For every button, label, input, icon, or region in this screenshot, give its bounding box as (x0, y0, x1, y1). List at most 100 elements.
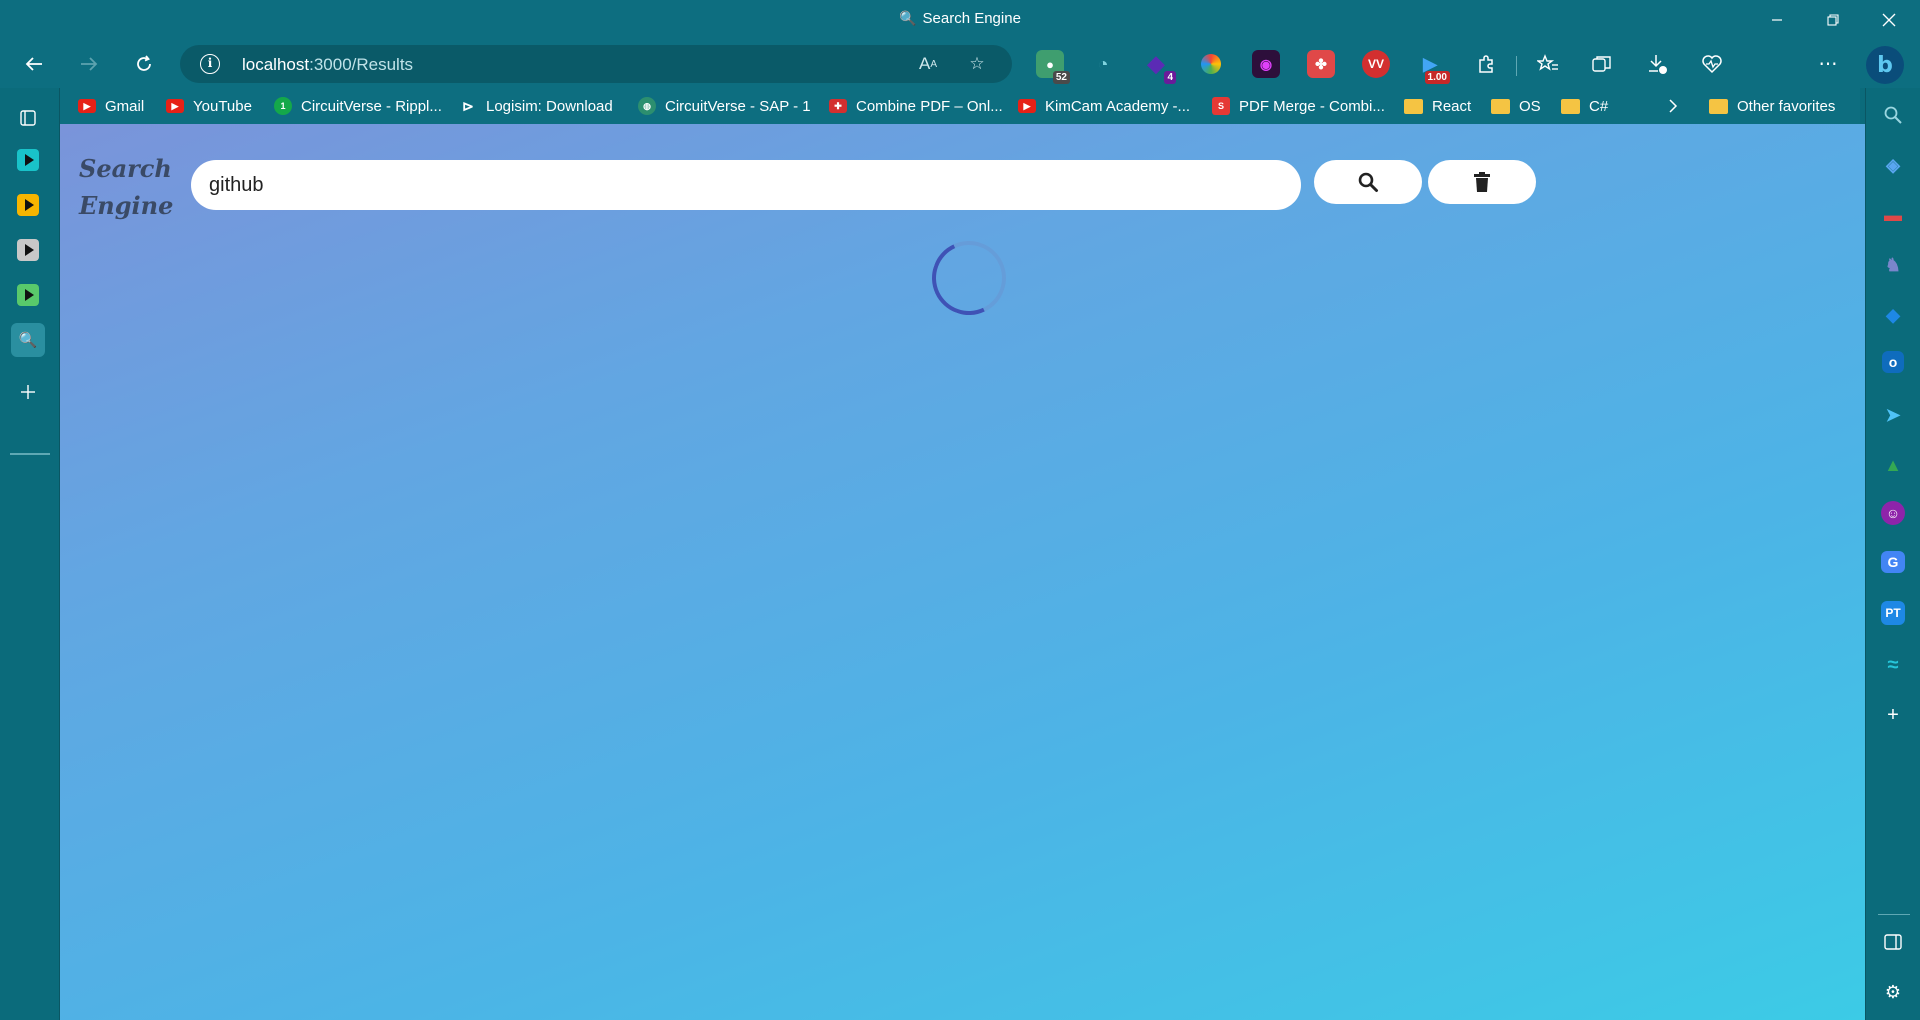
collections-icon[interactable] (1588, 50, 1616, 78)
window-title-text: Search Engine (922, 10, 1021, 27)
plus-icon (21, 385, 35, 399)
minimize-button[interactable] (1754, 0, 1800, 40)
favorite-star-icon[interactable]: ☆ (966, 53, 988, 75)
favorite-combine-pdf[interactable]: ✚ Combine PDF – Onl... (829, 95, 1003, 117)
add-sidebar-app-icon[interactable]: + (1879, 701, 1907, 729)
sidebar-settings-gear-icon[interactable]: ⚙ (1879, 978, 1907, 1006)
globe-icon: ◍ (638, 97, 656, 115)
favorite-label: React (1432, 97, 1472, 115)
extension-colorful-icon[interactable] (1197, 50, 1225, 78)
search-input[interactable] (191, 160, 1301, 210)
title-bar: 🔍 Search Engine (0, 0, 1920, 40)
close-icon (1882, 13, 1896, 27)
play-icon (17, 239, 39, 261)
read-aloud-icon[interactable]: AA (917, 53, 939, 75)
flow-app-icon[interactable]: ≈ (1879, 651, 1907, 679)
favorite-gmail[interactable]: ▶ Gmail (78, 95, 144, 117)
favorite-label: Logisim: Download (486, 97, 613, 115)
sidebar-search-icon[interactable] (1879, 101, 1907, 129)
microsoft-365-icon[interactable]: ◆ (1879, 301, 1907, 329)
bing-copilot-icon[interactable]: b (1866, 46, 1904, 84)
favorite-label: C# (1589, 97, 1609, 115)
extensions-puzzle-icon[interactable] (1472, 50, 1500, 78)
address-bar[interactable]: i localhost:3000/Results AA ☆ (180, 45, 1012, 83)
url-path: :3000/Results (309, 55, 414, 74)
hide-sidebar-icon[interactable] (1879, 928, 1907, 956)
forward-arrow-icon (81, 57, 98, 71)
favorite-circuitverse-ripple[interactable]: 1 CircuitVerse - Rippl... (274, 95, 442, 117)
page-content: Search Engine (60, 124, 1865, 1020)
favorite-pdf-merge[interactable]: S PDF Merge - Combi... (1212, 95, 1385, 117)
favorite-label: Gmail (105, 97, 145, 115)
extension-camera-icon[interactable]: ◉ (1252, 50, 1280, 78)
circuitverse-icon: 1 (274, 97, 292, 115)
close-button[interactable] (1866, 0, 1912, 40)
tools-briefcase-icon[interactable]: ▬ (1879, 201, 1907, 229)
restore-button[interactable] (1810, 0, 1856, 40)
favorite-kimcam[interactable]: ▶ KimCam Academy -... (1018, 95, 1190, 117)
back-arrow-icon (25, 57, 42, 71)
extension-vw-icon[interactable]: VV (1362, 50, 1390, 78)
browser-essentials-icon[interactable] (1698, 50, 1726, 78)
extension-speed-icon[interactable]: ▶ 1.00 (1416, 50, 1450, 84)
extension-badge: 52 (1052, 71, 1070, 84)
tab-search-engine[interactable]: 🔍 (11, 323, 45, 357)
favorite-folder-react[interactable]: React (1404, 95, 1471, 117)
sidebar-separator (1878, 914, 1910, 915)
loading-spinner (921, 230, 1017, 326)
search-button[interactable] (1314, 160, 1422, 204)
extension-52-icon[interactable]: ● 52 (1036, 50, 1070, 84)
url-host: localhost (242, 55, 310, 74)
drop-send-icon[interactable]: ➤ (1879, 401, 1907, 429)
favorite-label: PDF Merge - Combi... (1239, 97, 1385, 115)
favorite-folder-os[interactable]: OS (1491, 95, 1541, 117)
brand-line-1: Search (79, 154, 172, 183)
back-button[interactable] (16, 46, 52, 82)
games-chess-icon[interactable]: ♞ (1879, 251, 1907, 279)
favorite-logisim[interactable]: ⊳ Logisim: Download (459, 95, 613, 117)
new-tab-button[interactable] (11, 375, 45, 409)
downloads-icon[interactable] (1643, 50, 1671, 78)
tab-video-yellow[interactable] (11, 188, 45, 222)
refresh-icon (137, 55, 151, 71)
extension-paw-icon[interactable]: ✤ (1307, 50, 1335, 78)
tab-video-gray[interactable] (11, 233, 45, 267)
favorite-label: YouTube (193, 97, 252, 115)
clear-button[interactable] (1428, 160, 1536, 204)
extension-chat-icon[interactable]: ◔ (1089, 50, 1117, 78)
pdf-merge-icon: S (1212, 97, 1230, 115)
outlook-icon[interactable]: o (1882, 351, 1904, 373)
browser-toolbar: i localhost:3000/Results AA ☆ ● 52 ◔ ◆ 4 ◉… (0, 40, 1920, 119)
favorite-folder-csharp[interactable]: C# (1561, 95, 1608, 117)
more-options-icon[interactable]: ⋯ (1814, 50, 1842, 78)
tab-video-teal[interactable] (11, 143, 45, 177)
favorite-label: CircuitVerse - SAP - 1 (665, 97, 811, 115)
favorite-circuitverse-sap[interactable]: ◍ CircuitVerse - SAP - 1 (638, 95, 811, 117)
tab-video-green[interactable] (11, 278, 45, 312)
favorite-youtube[interactable]: ▶ YouTube (166, 95, 252, 117)
app-logo[interactable]: Search Engine (79, 150, 173, 224)
other-favorites-label: Other favorites (1737, 97, 1836, 115)
brand-line-2: Engine (79, 191, 174, 220)
pdf-icon: ✚ (829, 99, 847, 113)
google-translate-icon[interactable]: G (1881, 551, 1905, 573)
search-icon (1358, 172, 1378, 192)
chatbot-icon[interactable]: ☺ (1881, 501, 1905, 525)
url-text[interactable]: localhost:3000/Results (242, 55, 413, 75)
pt-app-icon[interactable]: PT (1881, 601, 1905, 625)
google-drive-icon[interactable]: ▲ (1879, 451, 1907, 479)
magnifier-icon: 🔍 (899, 10, 917, 26)
other-favorites[interactable]: Other favorites (1709, 95, 1835, 117)
extension-4-icon[interactable]: ◆ 4 (1142, 50, 1176, 84)
folder-icon (1561, 98, 1580, 114)
magnifier-icon: 🔍 (18, 332, 38, 349)
favorites-overflow-chevron-icon[interactable] (1667, 95, 1679, 117)
edge-sidebar: ◈ ▬ ♞ ◆ o ➤ ▲ ☺ G PT ≈ + ⚙ (1865, 88, 1920, 1020)
tab-actions-icon[interactable] (11, 101, 45, 135)
favorites-icon[interactable] (1534, 50, 1562, 78)
forward-button[interactable] (71, 46, 107, 82)
shopping-tag-icon[interactable]: ◈ (1879, 151, 1907, 179)
refresh-button[interactable] (126, 46, 162, 82)
site-info-icon[interactable]: i (200, 54, 220, 74)
restore-icon (1827, 14, 1839, 26)
